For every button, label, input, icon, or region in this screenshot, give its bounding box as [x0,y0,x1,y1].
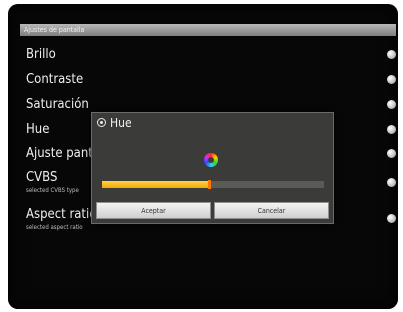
menu-item-label: CVBS [26,170,58,185]
option-indicator-icon [387,178,396,187]
accept-button[interactable]: Aceptar [96,202,211,219]
menu-item-label: Saturación [26,97,89,112]
menu-item-sublabel: selected CVBS type [26,187,79,194]
menu-item-sublabel: selected aspect ratio [26,224,83,231]
color-wheel-icon [204,153,218,167]
dialog-title: Hue [110,116,132,130]
hue-dialog: Hue Aceptar Cancelar [91,112,334,224]
hue-slider-handle[interactable] [207,180,211,189]
dialog-header: Hue [92,113,333,135]
menu-item-label: Aspect ratio [26,207,97,222]
dialog-buttons: Aceptar Cancelar [96,202,329,219]
tv-screen: Ajustes de pantalla Brillo Contraste Sat… [8,4,398,309]
option-indicator-icon [387,50,396,59]
menu-item-label: Brillo [26,47,56,62]
hue-slider[interactable] [102,180,324,189]
option-indicator-icon [387,214,396,223]
hue-slider-fill [102,181,209,188]
option-indicator-icon [387,100,396,109]
option-indicator-icon [387,125,396,134]
menu-item-label: Hue [26,122,50,137]
page-title: Ajustes de pantalla [20,24,396,36]
cancel-button[interactable]: Cancelar [214,202,329,219]
settings-circle-icon [97,118,106,127]
option-indicator-icon [387,149,396,158]
menu-item-label: Contraste [26,72,84,87]
option-indicator-icon [387,75,396,84]
